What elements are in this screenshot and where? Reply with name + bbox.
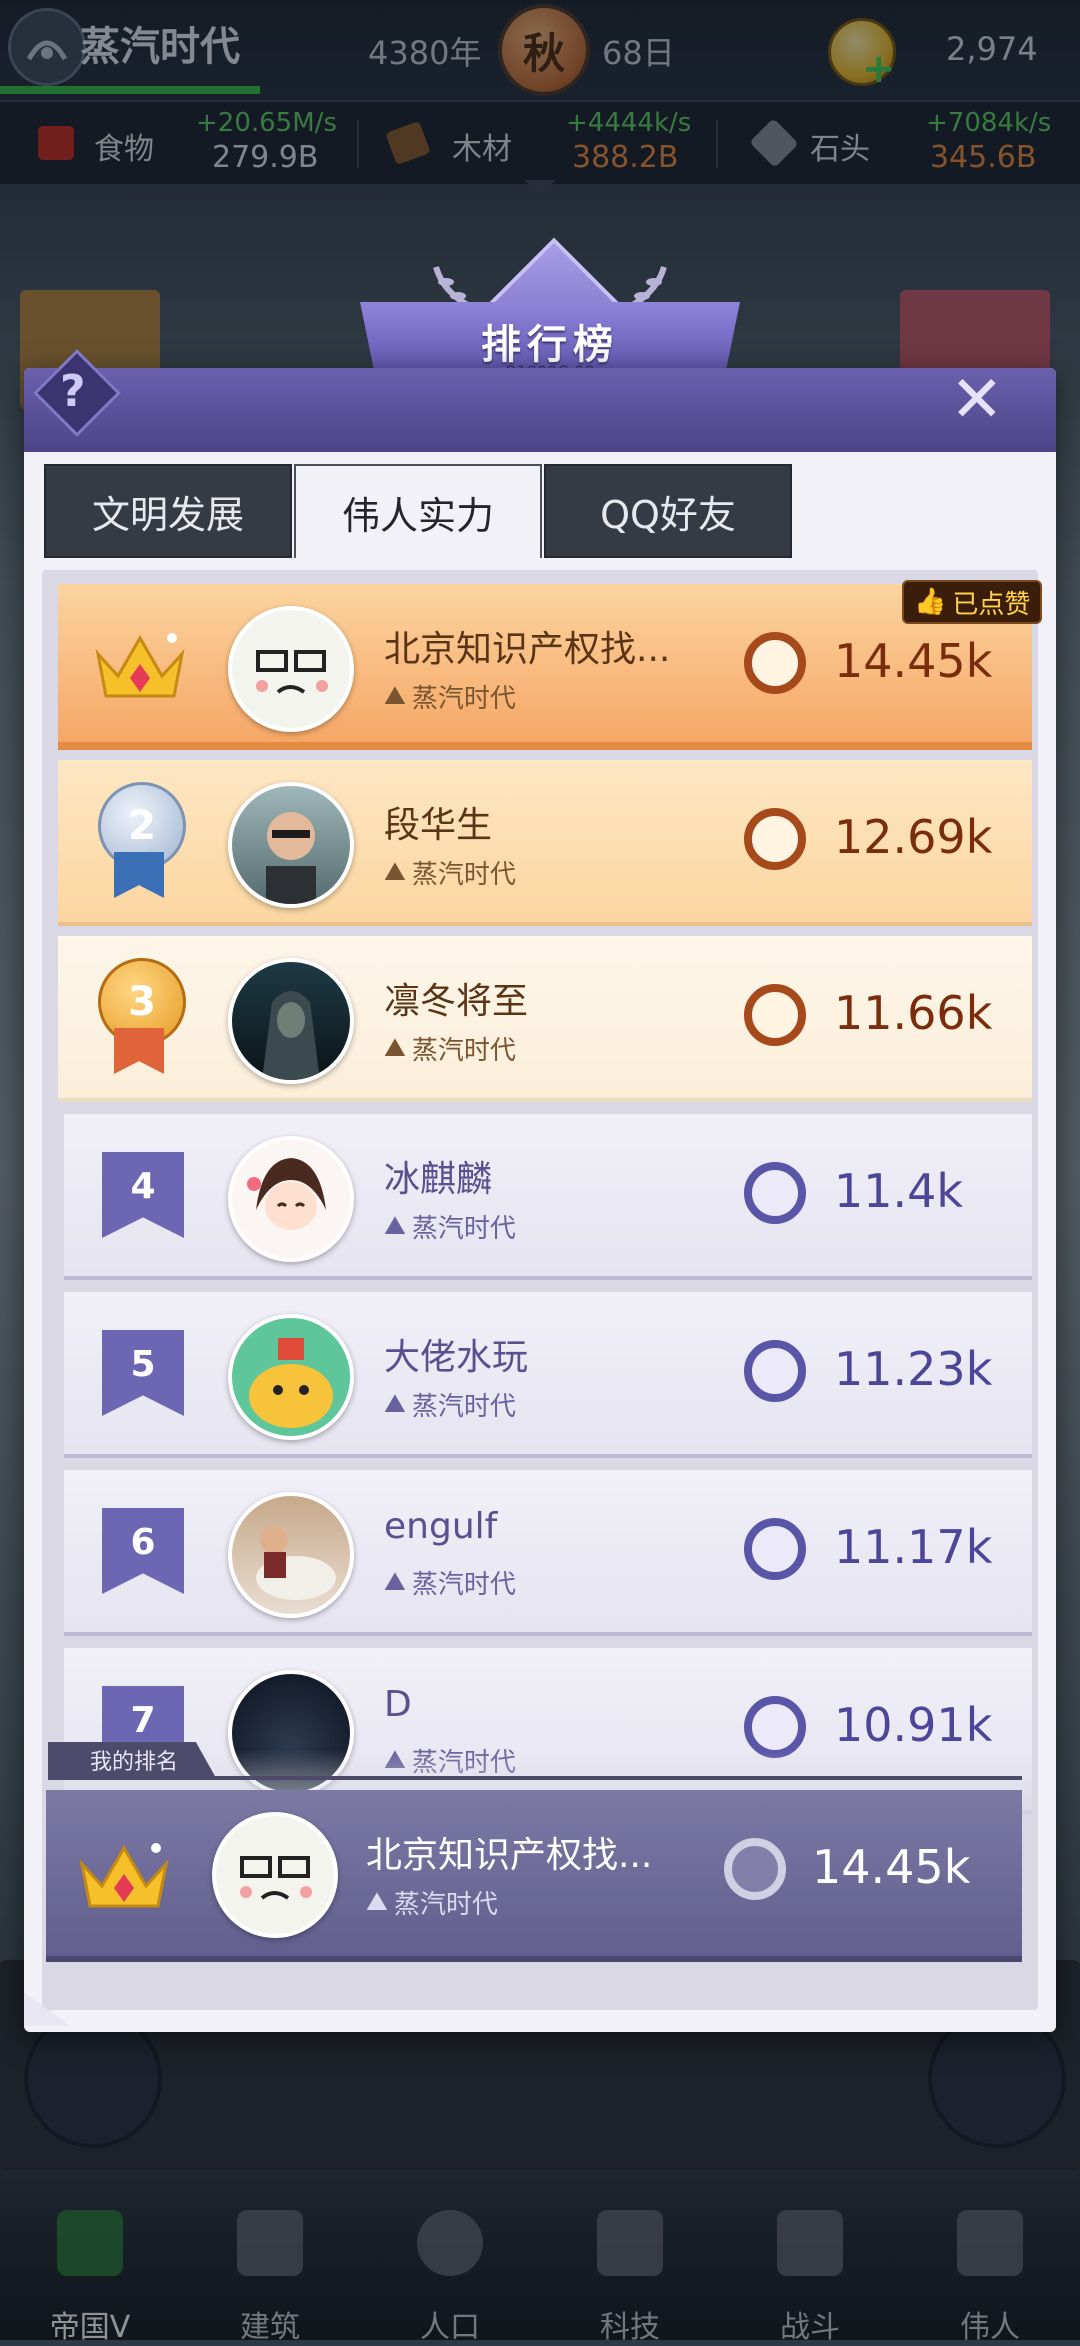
player-city: ⛰ 蒸汽时代 xyxy=(384,678,516,715)
tab-great-people-power[interactable]: 伟人实力 xyxy=(294,464,542,558)
player-city: ⛰ 蒸汽时代 xyxy=(366,1884,498,1921)
question-icon[interactable]: ? xyxy=(60,366,116,417)
tab-qq-friends[interactable]: QQ好友 xyxy=(544,464,792,558)
player-name: 北京知识产权找... xyxy=(366,1835,653,1876)
steam-icon: ⛰ xyxy=(384,681,406,711)
power-value: 12.69k xyxy=(834,810,993,864)
power-value: 14.45k xyxy=(812,1840,971,1894)
thumbs-up-icon: 👍 xyxy=(914,587,947,617)
power-icon xyxy=(744,1340,806,1402)
crown-icon xyxy=(79,1843,169,1908)
tab-civilization[interactable]: 文明发展 xyxy=(44,464,292,558)
power-icon xyxy=(724,1838,786,1900)
avatar[interactable] xyxy=(228,606,354,732)
steam-icon: ⛰ xyxy=(384,1567,406,1597)
avatar[interactable] xyxy=(228,1136,354,1262)
city-label: 蒸汽时代 xyxy=(393,1890,498,1920)
player-city: ⛰ 蒸汽时代 xyxy=(384,854,516,891)
power-icon xyxy=(744,1518,806,1580)
leaderboard-banner: 排行榜 B1809C-08 xyxy=(360,237,740,391)
player-city: ⛰ 蒸汽时代 xyxy=(384,1208,516,1245)
player-name: 大佬水玩 xyxy=(384,1337,529,1378)
avatar[interactable] xyxy=(228,958,354,1084)
power-value: 14.45k xyxy=(834,634,993,688)
leaderboard-modal: ? ✕ 文明发展 伟人实力 QQ好友 北京知识产权找... ⛰ 蒸汽时代 14.… xyxy=(24,349,1056,2032)
steam-icon: ⛰ xyxy=(366,1887,388,1917)
tab-bar: 文明发展 伟人实力 QQ好友 xyxy=(44,464,814,560)
city-label: 蒸汽时代 xyxy=(411,1214,516,1244)
city-label: 蒸汽时代 xyxy=(411,1392,516,1422)
liked-label: 已点赞 xyxy=(952,589,1031,620)
power-value: 10.91k xyxy=(834,1698,993,1752)
divider xyxy=(48,1776,1022,1780)
my-rank-row[interactable]: 北京知识产权找... ⛰ 蒸汽时代 14.45k xyxy=(46,1790,1022,1962)
modal-header: ? ✕ xyxy=(24,349,1056,452)
power-icon xyxy=(744,1162,806,1224)
player-city: ⛰ 蒸汽时代 xyxy=(384,1564,516,1601)
avatar[interactable] xyxy=(228,782,354,908)
player-name: engulf xyxy=(384,1506,498,1547)
rank-ribbon-icon: 5 xyxy=(102,1330,184,1416)
my-rank-label: 我的排名 xyxy=(48,1742,216,1778)
crown-icon xyxy=(95,633,185,698)
power-icon xyxy=(744,632,806,694)
player-city: ⛰ 蒸汽时代 xyxy=(384,1030,516,1067)
ranking-row[interactable]: 2 段华生 ⛰ 蒸汽时代 12.69k xyxy=(58,760,1032,926)
power-value: 11.17k xyxy=(834,1520,993,1574)
city-label: 蒸汽时代 xyxy=(411,1570,516,1600)
avatar[interactable] xyxy=(228,1492,354,1618)
rank-ribbon-icon: 4 xyxy=(102,1152,184,1238)
ranking-row[interactable]: 4 冰麒麟 ⛰ 蒸汽时代 11.4k xyxy=(64,1114,1032,1280)
player-name: 段华生 xyxy=(384,805,493,846)
player-name: 北京知识产权找... xyxy=(384,629,671,670)
avatar[interactable] xyxy=(228,1314,354,1440)
player-name: 冰麒麟 xyxy=(384,1159,493,1200)
power-icon xyxy=(744,1696,806,1758)
steam-icon: ⛰ xyxy=(384,857,406,887)
city-label: 蒸汽时代 xyxy=(411,684,516,714)
medal-ribbon xyxy=(114,1028,164,1074)
player-name: D xyxy=(384,1684,412,1725)
power-value: 11.23k xyxy=(834,1342,993,1396)
ranking-row[interactable]: 5 大佬水玩 ⛰ 蒸汽时代 11.23k xyxy=(64,1292,1032,1458)
avatar[interactable] xyxy=(212,1812,338,1938)
city-label: 蒸汽时代 xyxy=(411,1036,516,1066)
corner-decoration xyxy=(24,1992,70,2026)
medal-ribbon xyxy=(114,852,164,898)
steam-icon: ⛰ xyxy=(384,1033,406,1063)
power-icon xyxy=(744,984,806,1046)
close-button[interactable]: ✕ xyxy=(950,368,1004,432)
ranking-row[interactable]: 3 凛冬将至 ⛰ 蒸汽时代 11.66k xyxy=(58,936,1032,1102)
liked-badge[interactable]: 👍 已点赞 xyxy=(902,580,1043,624)
steam-icon: ⛰ xyxy=(384,1211,406,1241)
ranking-row[interactable]: 6 engulf ⛰ 蒸汽时代 11.17k xyxy=(64,1470,1032,1636)
power-icon xyxy=(744,808,806,870)
city-label: 蒸汽时代 xyxy=(411,860,516,890)
player-city: ⛰ 蒸汽时代 xyxy=(384,1386,516,1423)
steam-icon: ⛰ xyxy=(384,1389,406,1419)
power-value: 11.4k xyxy=(834,1164,964,1218)
ranking-row[interactable]: 北京知识产权找... ⛰ 蒸汽时代 14.45k xyxy=(58,584,1032,750)
power-value: 11.66k xyxy=(834,986,993,1040)
player-name: 凛冬将至 xyxy=(384,981,529,1022)
rank-ribbon-icon: 6 xyxy=(102,1508,184,1594)
